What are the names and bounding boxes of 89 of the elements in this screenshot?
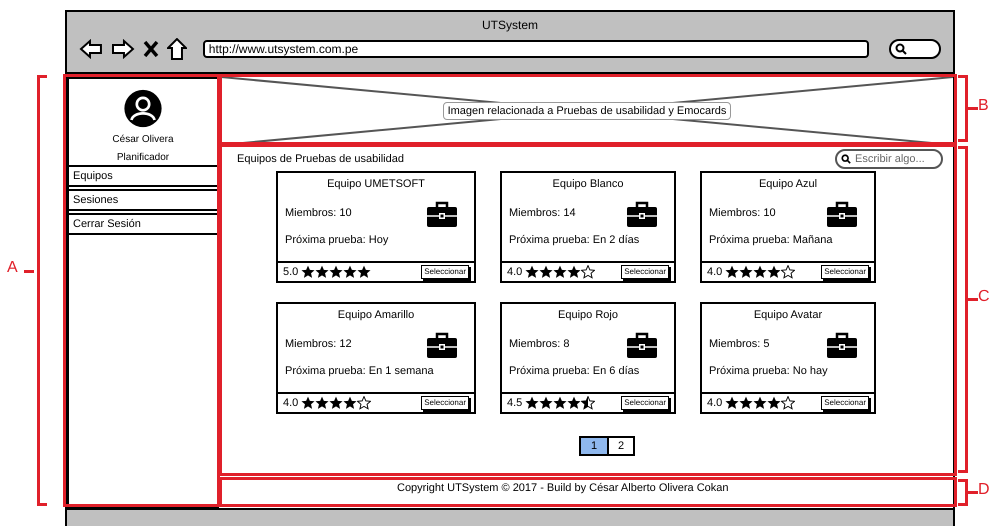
- next-test: Próxima prueba: No hay: [709, 364, 829, 378]
- search-field[interactable]: Escribir algo...: [835, 149, 943, 169]
- user-name: César Olivera: [112, 133, 174, 147]
- member-count: Miembros: 12: [285, 337, 352, 352]
- briefcase-icon: [827, 332, 857, 358]
- member-count: Miembros: 8: [509, 337, 570, 352]
- star-icon: [725, 396, 740, 410]
- member-count: Miembros: 10: [709, 206, 776, 222]
- star-icon: [343, 396, 358, 410]
- star-icon: [567, 265, 582, 279]
- team-name: Equipo Azul: [758, 177, 818, 192]
- search-field[interactable]: [889, 39, 941, 59]
- rating-value: 4.0: [283, 396, 298, 411]
- rating-value: 4.0: [707, 396, 722, 411]
- user-role: Planificador: [116, 151, 170, 165]
- next-test: Próxima prueba: Mañana: [709, 232, 834, 248]
- select-button[interactable]: Seleccionar: [621, 396, 669, 410]
- star-icon: [781, 265, 796, 279]
- team-name: Equipo Amarillo: [338, 308, 414, 323]
- menu-item[interactable]: Equipos: [69, 165, 217, 187]
- star-icon: [553, 265, 568, 279]
- annotation-label: A: [7, 260, 18, 276]
- star-icon: [739, 265, 754, 279]
- star-icon: [739, 396, 754, 410]
- search-icon: [895, 43, 908, 55]
- next-test: Próxima prueba: En 2 días: [509, 232, 640, 248]
- briefcase-icon: [627, 200, 657, 226]
- forward-icon[interactable]: [110, 39, 135, 59]
- annotation-label: B: [978, 98, 989, 114]
- section-heading: Equipos de Pruebas de usabilidad: [237, 152, 404, 167]
- team-name: Equipo Rojo: [558, 308, 618, 323]
- rating-value: 4.0: [707, 264, 722, 280]
- menu-item[interactable]: Sesiones: [69, 189, 217, 211]
- star-icon: [343, 265, 358, 279]
- star-icon: [539, 396, 554, 410]
- rating-value: 4.0: [507, 264, 522, 280]
- star-icon: [767, 396, 782, 410]
- annotation-label: D: [978, 482, 990, 498]
- star-icon: [329, 265, 344, 279]
- select-button[interactable]: Seleccionar: [821, 396, 869, 410]
- window-title: UTSystem: [482, 17, 538, 34]
- star-icon: [315, 265, 330, 279]
- team-name: Equipo Avatar: [754, 308, 822, 323]
- next-test: Próxima prueba: En 6 días: [509, 364, 640, 378]
- star-icon: [301, 396, 316, 410]
- select-button[interactable]: Seleccionar: [621, 265, 669, 279]
- address-field[interactable]: http://www.utsystem.com.pe: [202, 40, 870, 58]
- next-test: Próxima prueba: En 1 semana: [285, 364, 435, 378]
- home-icon[interactable]: [166, 38, 187, 60]
- star-icon: [753, 396, 768, 410]
- star-icon: [767, 265, 782, 279]
- briefcase-icon: [427, 332, 457, 358]
- annotation-label: C: [978, 289, 990, 305]
- team-name: Equipo UMETSOFT: [327, 177, 425, 192]
- copyright-text: Copyright UTSystem © 2017 - Build by César Alberto Olivera Cokan: [397, 481, 729, 496]
- star-icon: [357, 396, 372, 410]
- star-icon: [553, 396, 568, 410]
- select-button[interactable]: Seleccionar: [421, 396, 469, 410]
- briefcase-icon: [427, 200, 457, 226]
- image-caption: Imagen relacionada a Pruebas de usabilidad y Emocards: [442, 102, 732, 120]
- star-icon: [753, 265, 768, 279]
- star-icon: [581, 396, 596, 410]
- member-count: Miembros: 14: [509, 206, 576, 222]
- member-count: Miembros: 5: [709, 337, 770, 352]
- star-icon: [357, 265, 372, 279]
- star-icon: [301, 265, 316, 279]
- next-test: Próxima prueba: Hoy: [285, 232, 390, 248]
- close-icon[interactable]: [142, 40, 159, 58]
- star-icon: [329, 396, 344, 410]
- star-icon: [525, 396, 540, 410]
- star-icon: [581, 265, 596, 279]
- select-button[interactable]: Seleccionar: [821, 265, 869, 279]
- star-icon: [525, 265, 540, 279]
- search-icon: [841, 154, 851, 164]
- menu-item[interactable]: Cerrar Sesión: [69, 213, 217, 235]
- rating-value: 5.0: [283, 264, 298, 280]
- briefcase-icon: [627, 332, 657, 358]
- star-icon: [725, 265, 740, 279]
- star-icon: [567, 396, 582, 410]
- star-icon: [315, 396, 330, 410]
- star-icon: [539, 265, 554, 279]
- select-button[interactable]: Seleccionar: [421, 265, 469, 279]
- briefcase-icon: [827, 200, 857, 226]
- page-button[interactable]: 1: [581, 438, 607, 454]
- member-count: Miembros: 10: [285, 206, 352, 222]
- rating-value: 4.5: [507, 396, 522, 411]
- team-name: Equipo Blanco: [552, 177, 624, 192]
- back-icon[interactable]: [79, 39, 103, 59]
- star-icon: [781, 396, 796, 410]
